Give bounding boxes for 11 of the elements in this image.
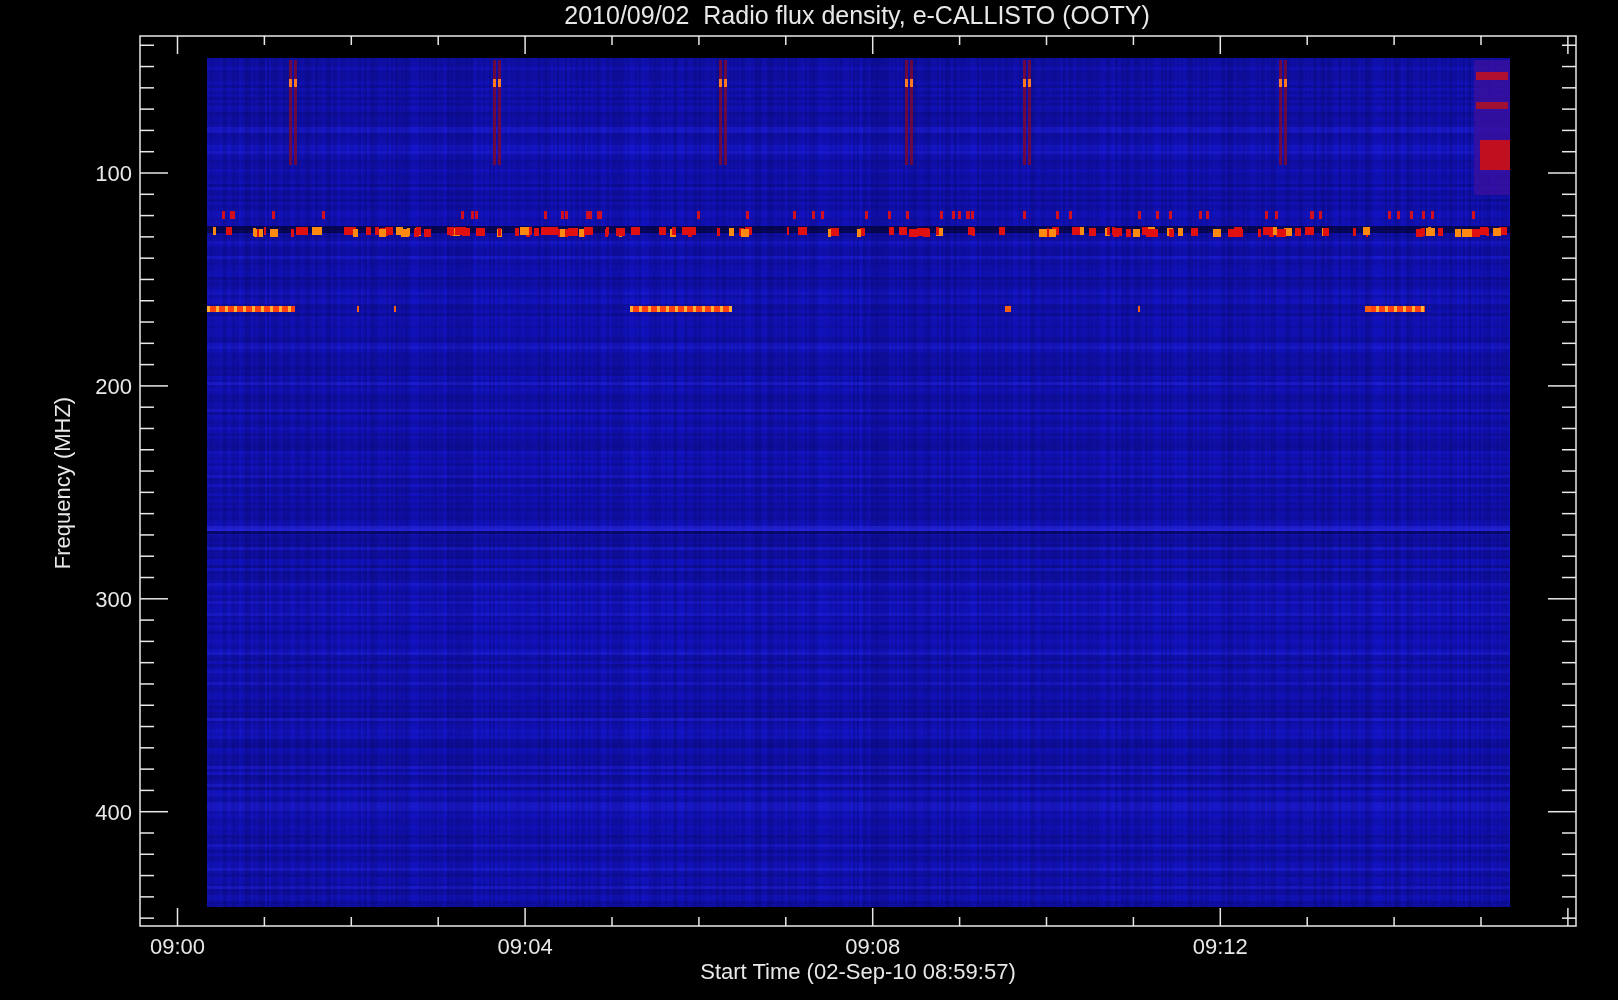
tick-label: 400 xyxy=(95,799,132,825)
y-axis-label: Frequency (MHZ) xyxy=(50,396,75,570)
tick-label: 09:04 xyxy=(497,934,553,959)
tick-label: 09:12 xyxy=(1192,934,1248,959)
tick-label: 100 xyxy=(95,161,132,186)
tick-label: 09:00 xyxy=(149,934,206,959)
tick-label: 09:08 xyxy=(845,934,901,959)
tick-label: 300 xyxy=(95,586,132,612)
tick-label: 200 xyxy=(95,373,132,399)
chart-title: 2010/09/02 Radio flux density, e-CALLISTO (OOTY) xyxy=(564,1,1150,29)
x-axis-label: Start Time (02-Sep-10 08:59:57) xyxy=(700,959,1016,984)
